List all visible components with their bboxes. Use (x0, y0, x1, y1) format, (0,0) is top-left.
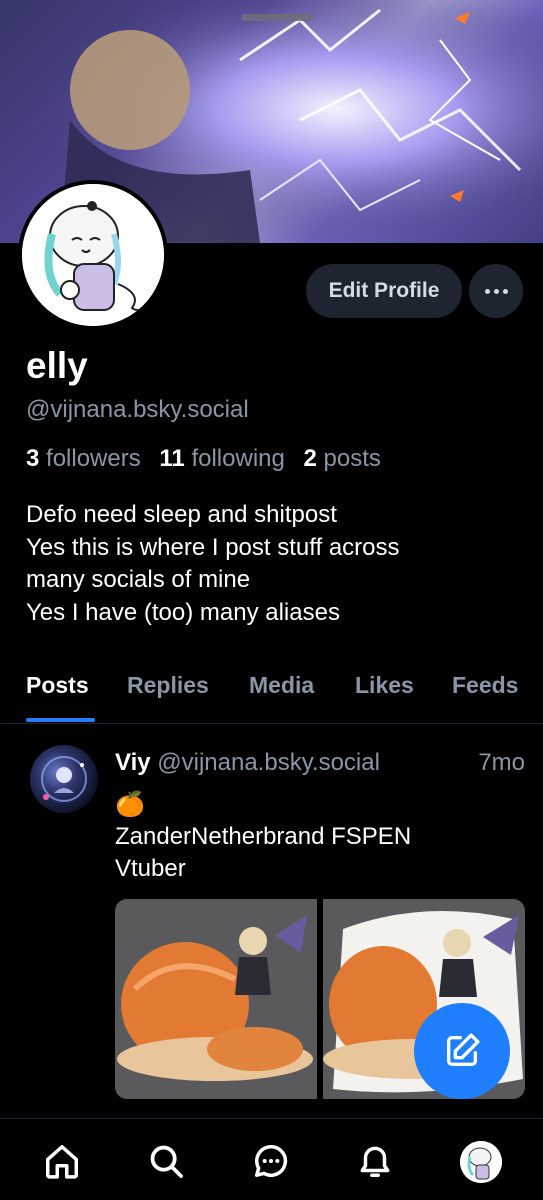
nav-notifications[interactable] (355, 1141, 395, 1181)
post-image[interactable] (115, 899, 317, 1099)
active-tab-indicator (26, 718, 95, 722)
nav-search[interactable] (146, 1141, 186, 1181)
post-author-name[interactable]: Viy (115, 749, 151, 776)
drag-handle[interactable] (241, 14, 313, 21)
post-emoji: 🍊 (115, 791, 145, 818)
profile-handle: @vijnana.bsky.social (26, 396, 249, 423)
chat-icon (255, 1145, 288, 1177)
post-image-artwork (117, 915, 313, 1081)
bio-line: many socials of mine (26, 566, 251, 593)
posts-count-label: 2 posts (303, 445, 381, 472)
tab-replies[interactable]: Replies (127, 672, 209, 699)
post-header: Viy @vijnana.bsky.social (115, 749, 380, 777)
nav-profile[interactable] (460, 1141, 502, 1183)
post-author-avatar[interactable] (30, 745, 98, 813)
post-text-line: ZanderNetherbrand FSPEN (115, 823, 412, 850)
posts-count: 2 (303, 445, 317, 472)
more-options-button[interactable] (469, 264, 523, 318)
profile-avatar[interactable] (18, 180, 168, 330)
profile-bio: Defo need sleep and shitpost Yes this is… (26, 499, 526, 629)
nav-chat[interactable] (251, 1141, 291, 1181)
post-author-handle[interactable]: @vijnana.bsky.social (157, 749, 380, 776)
avatar-artwork (22, 184, 164, 326)
following-link[interactable]: 11 following (159, 445, 284, 472)
tab-feeds[interactable]: Feeds (452, 672, 518, 699)
tab-likes[interactable]: Likes (355, 672, 414, 699)
tab-media[interactable]: Media (249, 672, 314, 699)
profile-stats: 3 followers 11 following 2 posts (26, 445, 381, 473)
post-text-line: Vtuber (115, 855, 186, 882)
profile-avatar-icon (460, 1141, 502, 1183)
post-timestamp[interactable]: 7mo (478, 749, 525, 777)
compose-icon (447, 1033, 480, 1066)
profile-display-name: elly (26, 345, 88, 386)
search-icon (150, 1145, 183, 1178)
notifications-icon (360, 1146, 390, 1177)
post-body: 🍊 ZanderNetherbrand FSPEN Vtuber (115, 789, 411, 885)
profile-tabs: Posts Replies Media Likes Feeds (0, 660, 543, 724)
followers-link[interactable]: 3 followers (26, 445, 141, 472)
post-avatar-artwork (41, 756, 87, 802)
tab-posts[interactable]: Posts (26, 672, 89, 699)
ellipsis-icon (484, 288, 490, 294)
bio-line: Defo need sleep and shitpost (26, 501, 337, 528)
followers-count: 3 (26, 445, 40, 472)
bio-line: Yes this is where I post stuff across (26, 533, 400, 561)
home-icon (46, 1145, 78, 1179)
following-count: 11 (159, 445, 185, 472)
bottom-navigation (0, 1118, 543, 1200)
bio-line: Yes I have (too) many aliases (26, 598, 340, 626)
compose-post-button[interactable] (414, 1003, 510, 1099)
edit-profile-button[interactable]: Edit Profile (306, 264, 462, 318)
nav-home[interactable] (42, 1141, 82, 1181)
